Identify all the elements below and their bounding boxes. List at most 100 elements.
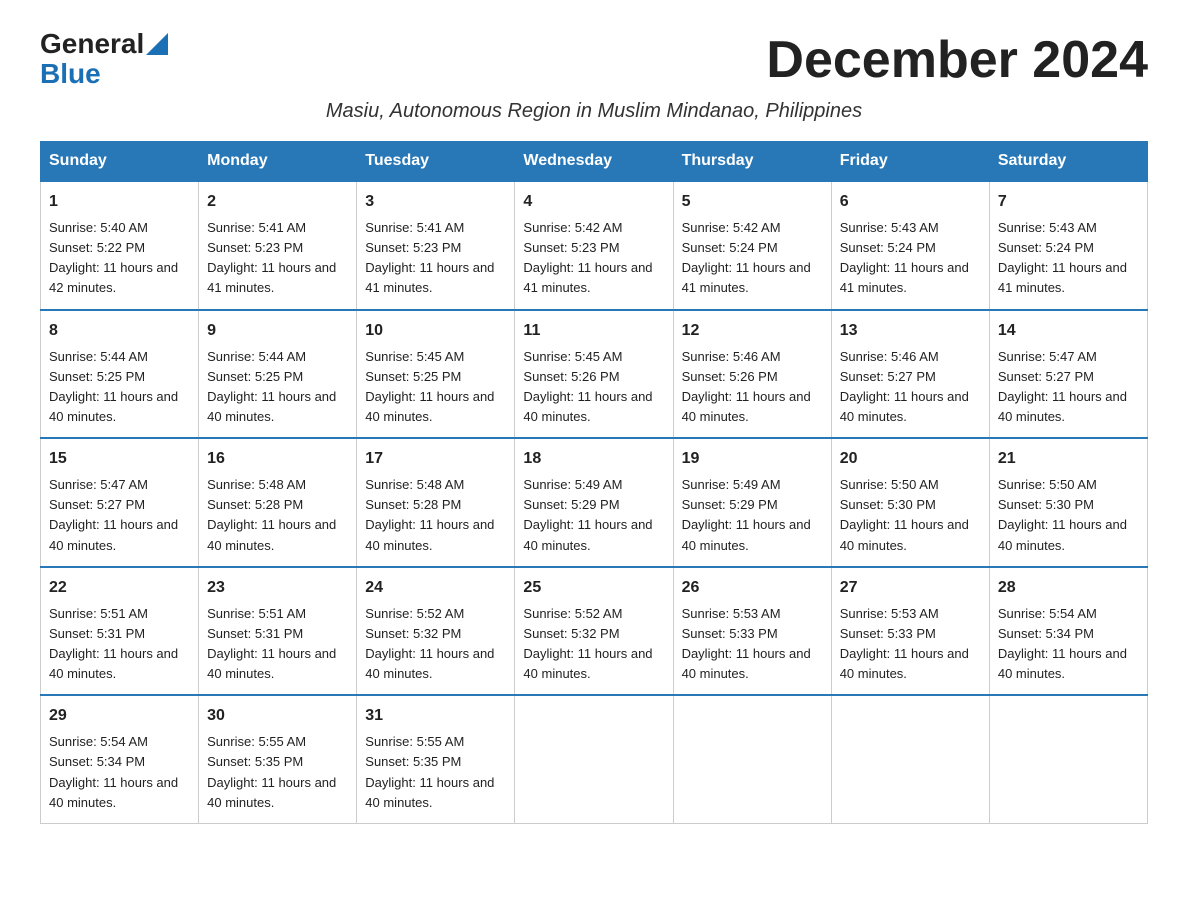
day-info: Sunrise: 5:48 AMSunset: 5:28 PMDaylight:…	[207, 475, 348, 556]
day-number: 1	[49, 190, 190, 214]
calendar-cell: 25Sunrise: 5:52 AMSunset: 5:32 PMDayligh…	[515, 567, 673, 696]
day-number: 17	[365, 447, 506, 471]
day-number: 19	[682, 447, 823, 471]
day-info: Sunrise: 5:54 AMSunset: 5:34 PMDaylight:…	[998, 604, 1139, 685]
calendar-header-row: SundayMondayTuesdayWednesdayThursdayFrid…	[41, 142, 1148, 182]
header-monday: Monday	[199, 142, 357, 182]
header-saturday: Saturday	[989, 142, 1147, 182]
day-number: 28	[998, 576, 1139, 600]
day-number: 14	[998, 319, 1139, 343]
calendar-cell: 21Sunrise: 5:50 AMSunset: 5:30 PMDayligh…	[989, 438, 1147, 567]
calendar-cell	[673, 695, 831, 823]
month-title: December 2024	[766, 30, 1148, 90]
day-number: 31	[365, 704, 506, 728]
calendar-week-row: 1 Sunrise: 5:40 AMSunset: 5:22 PMDaylight…	[41, 181, 1148, 310]
day-info: Sunrise: 5:42 AMSunset: 5:24 PMDaylight:…	[682, 218, 823, 299]
calendar-cell: 24 Sunrise: 5:52 AMSunset: 5:32 PMDayligh…	[357, 567, 515, 696]
day-number: 18	[523, 447, 664, 471]
day-info: Sunrise: 5:49 AMSunset: 5:29 PMDaylight:…	[682, 475, 823, 556]
calendar-cell: 4 Sunrise: 5:42 AMSunset: 5:23 PMDaylight…	[515, 181, 673, 310]
day-info: Sunrise: 5:43 AMSunset: 5:24 PMDaylight:…	[840, 218, 981, 299]
day-number: 24	[365, 576, 506, 600]
calendar-cell: 27 Sunrise: 5:53 AMSunset: 5:33 PMDayligh…	[831, 567, 989, 696]
day-info: Sunrise: 5:49 AMSunset: 5:29 PMDaylight:…	[523, 475, 664, 556]
day-number: 11	[523, 319, 664, 343]
day-number: 7	[998, 190, 1139, 214]
calendar-table: SundayMondayTuesdayWednesdayThursdayFrid…	[40, 141, 1148, 824]
calendar-cell: 11 Sunrise: 5:45 AMSunset: 5:26 PMDayligh…	[515, 310, 673, 439]
day-number: 29	[49, 704, 190, 728]
logo-triangle-icon	[146, 33, 168, 55]
calendar-cell: 13Sunrise: 5:46 AMSunset: 5:27 PMDayligh…	[831, 310, 989, 439]
calendar-cell: 16Sunrise: 5:48 AMSunset: 5:28 PMDayligh…	[199, 438, 357, 567]
calendar-cell	[989, 695, 1147, 823]
calendar-cell: 17Sunrise: 5:48 AMSunset: 5:28 PMDayligh…	[357, 438, 515, 567]
calendar-cell: 23 Sunrise: 5:51 AMSunset: 5:31 PMDayligh…	[199, 567, 357, 696]
day-number: 22	[49, 576, 190, 600]
calendar-cell: 22 Sunrise: 5:51 AMSunset: 5:31 PMDayligh…	[41, 567, 199, 696]
logo-general-text: General	[40, 28, 144, 59]
calendar-cell: 3Sunrise: 5:41 AMSunset: 5:23 PMDaylight…	[357, 181, 515, 310]
calendar-cell: 19 Sunrise: 5:49 AMSunset: 5:29 PMDayligh…	[673, 438, 831, 567]
day-number: 15	[49, 447, 190, 471]
day-number: 13	[840, 319, 981, 343]
calendar-week-row: 29 Sunrise: 5:54 AMSunset: 5:34 PMDayligh…	[41, 695, 1148, 823]
calendar-cell: 28 Sunrise: 5:54 AMSunset: 5:34 PMDayligh…	[989, 567, 1147, 696]
day-info: Sunrise: 5:51 AMSunset: 5:31 PMDaylight:…	[49, 604, 190, 685]
calendar-cell: 15 Sunrise: 5:47 AMSunset: 5:27 PMDayligh…	[41, 438, 199, 567]
day-info: Sunrise: 5:43 AMSunset: 5:24 PMDaylight:…	[998, 218, 1139, 299]
day-info: Sunrise: 5:44 AMSunset: 5:25 PMDaylight:…	[49, 347, 190, 428]
day-info: Sunrise: 5:40 AMSunset: 5:22 PMDaylight:…	[49, 218, 190, 299]
day-info: Sunrise: 5:47 AMSunset: 5:27 PMDaylight:…	[49, 475, 190, 556]
day-number: 3	[365, 190, 506, 214]
calendar-cell: 8Sunrise: 5:44 AMSunset: 5:25 PMDaylight…	[41, 310, 199, 439]
day-number: 6	[840, 190, 981, 214]
day-info: Sunrise: 5:41 AMSunset: 5:23 PMDaylight:…	[207, 218, 348, 299]
calendar-cell	[831, 695, 989, 823]
day-info: Sunrise: 5:51 AMSunset: 5:31 PMDaylight:…	[207, 604, 348, 685]
calendar-cell: 1 Sunrise: 5:40 AMSunset: 5:22 PMDaylight…	[41, 181, 199, 310]
calendar-week-row: 22 Sunrise: 5:51 AMSunset: 5:31 PMDayligh…	[41, 567, 1148, 696]
calendar-cell: 12 Sunrise: 5:46 AMSunset: 5:26 PMDayligh…	[673, 310, 831, 439]
day-info: Sunrise: 5:55 AMSunset: 5:35 PMDaylight:…	[365, 732, 506, 813]
calendar-cell: 26Sunrise: 5:53 AMSunset: 5:33 PMDayligh…	[673, 567, 831, 696]
day-info: Sunrise: 5:50 AMSunset: 5:30 PMDaylight:…	[998, 475, 1139, 556]
day-number: 12	[682, 319, 823, 343]
day-info: Sunrise: 5:54 AMSunset: 5:34 PMDaylight:…	[49, 732, 190, 813]
logo: General Blue	[40, 30, 168, 88]
header: General Blue December 2024	[40, 30, 1148, 90]
calendar-cell: 20 Sunrise: 5:50 AMSunset: 5:30 PMDayligh…	[831, 438, 989, 567]
calendar-cell: 7 Sunrise: 5:43 AMSunset: 5:24 PMDaylight…	[989, 181, 1147, 310]
day-number: 20	[840, 447, 981, 471]
day-info: Sunrise: 5:53 AMSunset: 5:33 PMDaylight:…	[840, 604, 981, 685]
calendar-cell: 2Sunrise: 5:41 AMSunset: 5:23 PMDaylight…	[199, 181, 357, 310]
calendar-cell: 10Sunrise: 5:45 AMSunset: 5:25 PMDayligh…	[357, 310, 515, 439]
day-info: Sunrise: 5:45 AMSunset: 5:26 PMDaylight:…	[523, 347, 664, 428]
day-number: 23	[207, 576, 348, 600]
calendar-cell: 6 Sunrise: 5:43 AMSunset: 5:24 PMDaylight…	[831, 181, 989, 310]
day-number: 27	[840, 576, 981, 600]
calendar-cell: 30Sunrise: 5:55 AMSunset: 5:35 PMDayligh…	[199, 695, 357, 823]
calendar-week-row: 15 Sunrise: 5:47 AMSunset: 5:27 PMDayligh…	[41, 438, 1148, 567]
calendar-cell: 18 Sunrise: 5:49 AMSunset: 5:29 PMDayligh…	[515, 438, 673, 567]
day-info: Sunrise: 5:44 AMSunset: 5:25 PMDaylight:…	[207, 347, 348, 428]
calendar-cell: 9Sunrise: 5:44 AMSunset: 5:25 PMDaylight…	[199, 310, 357, 439]
day-number: 10	[365, 319, 506, 343]
header-thursday: Thursday	[673, 142, 831, 182]
day-info: Sunrise: 5:52 AMSunset: 5:32 PMDaylight:…	[523, 604, 664, 685]
day-info: Sunrise: 5:50 AMSunset: 5:30 PMDaylight:…	[840, 475, 981, 556]
day-info: Sunrise: 5:42 AMSunset: 5:23 PMDaylight:…	[523, 218, 664, 299]
subtitle: Masiu, Autonomous Region in Muslim Minda…	[40, 100, 1148, 123]
day-info: Sunrise: 5:53 AMSunset: 5:33 PMDaylight:…	[682, 604, 823, 685]
day-info: Sunrise: 5:52 AMSunset: 5:32 PMDaylight:…	[365, 604, 506, 685]
day-info: Sunrise: 5:55 AMSunset: 5:35 PMDaylight:…	[207, 732, 348, 813]
day-number: 4	[523, 190, 664, 214]
day-info: Sunrise: 5:46 AMSunset: 5:26 PMDaylight:…	[682, 347, 823, 428]
calendar-cell: 5Sunrise: 5:42 AMSunset: 5:24 PMDaylight…	[673, 181, 831, 310]
header-friday: Friday	[831, 142, 989, 182]
logo-blue-text: Blue	[40, 58, 101, 89]
header-tuesday: Tuesday	[357, 142, 515, 182]
header-sunday: Sunday	[41, 142, 199, 182]
calendar-cell: 14Sunrise: 5:47 AMSunset: 5:27 PMDayligh…	[989, 310, 1147, 439]
calendar-cell: 29 Sunrise: 5:54 AMSunset: 5:34 PMDayligh…	[41, 695, 199, 823]
